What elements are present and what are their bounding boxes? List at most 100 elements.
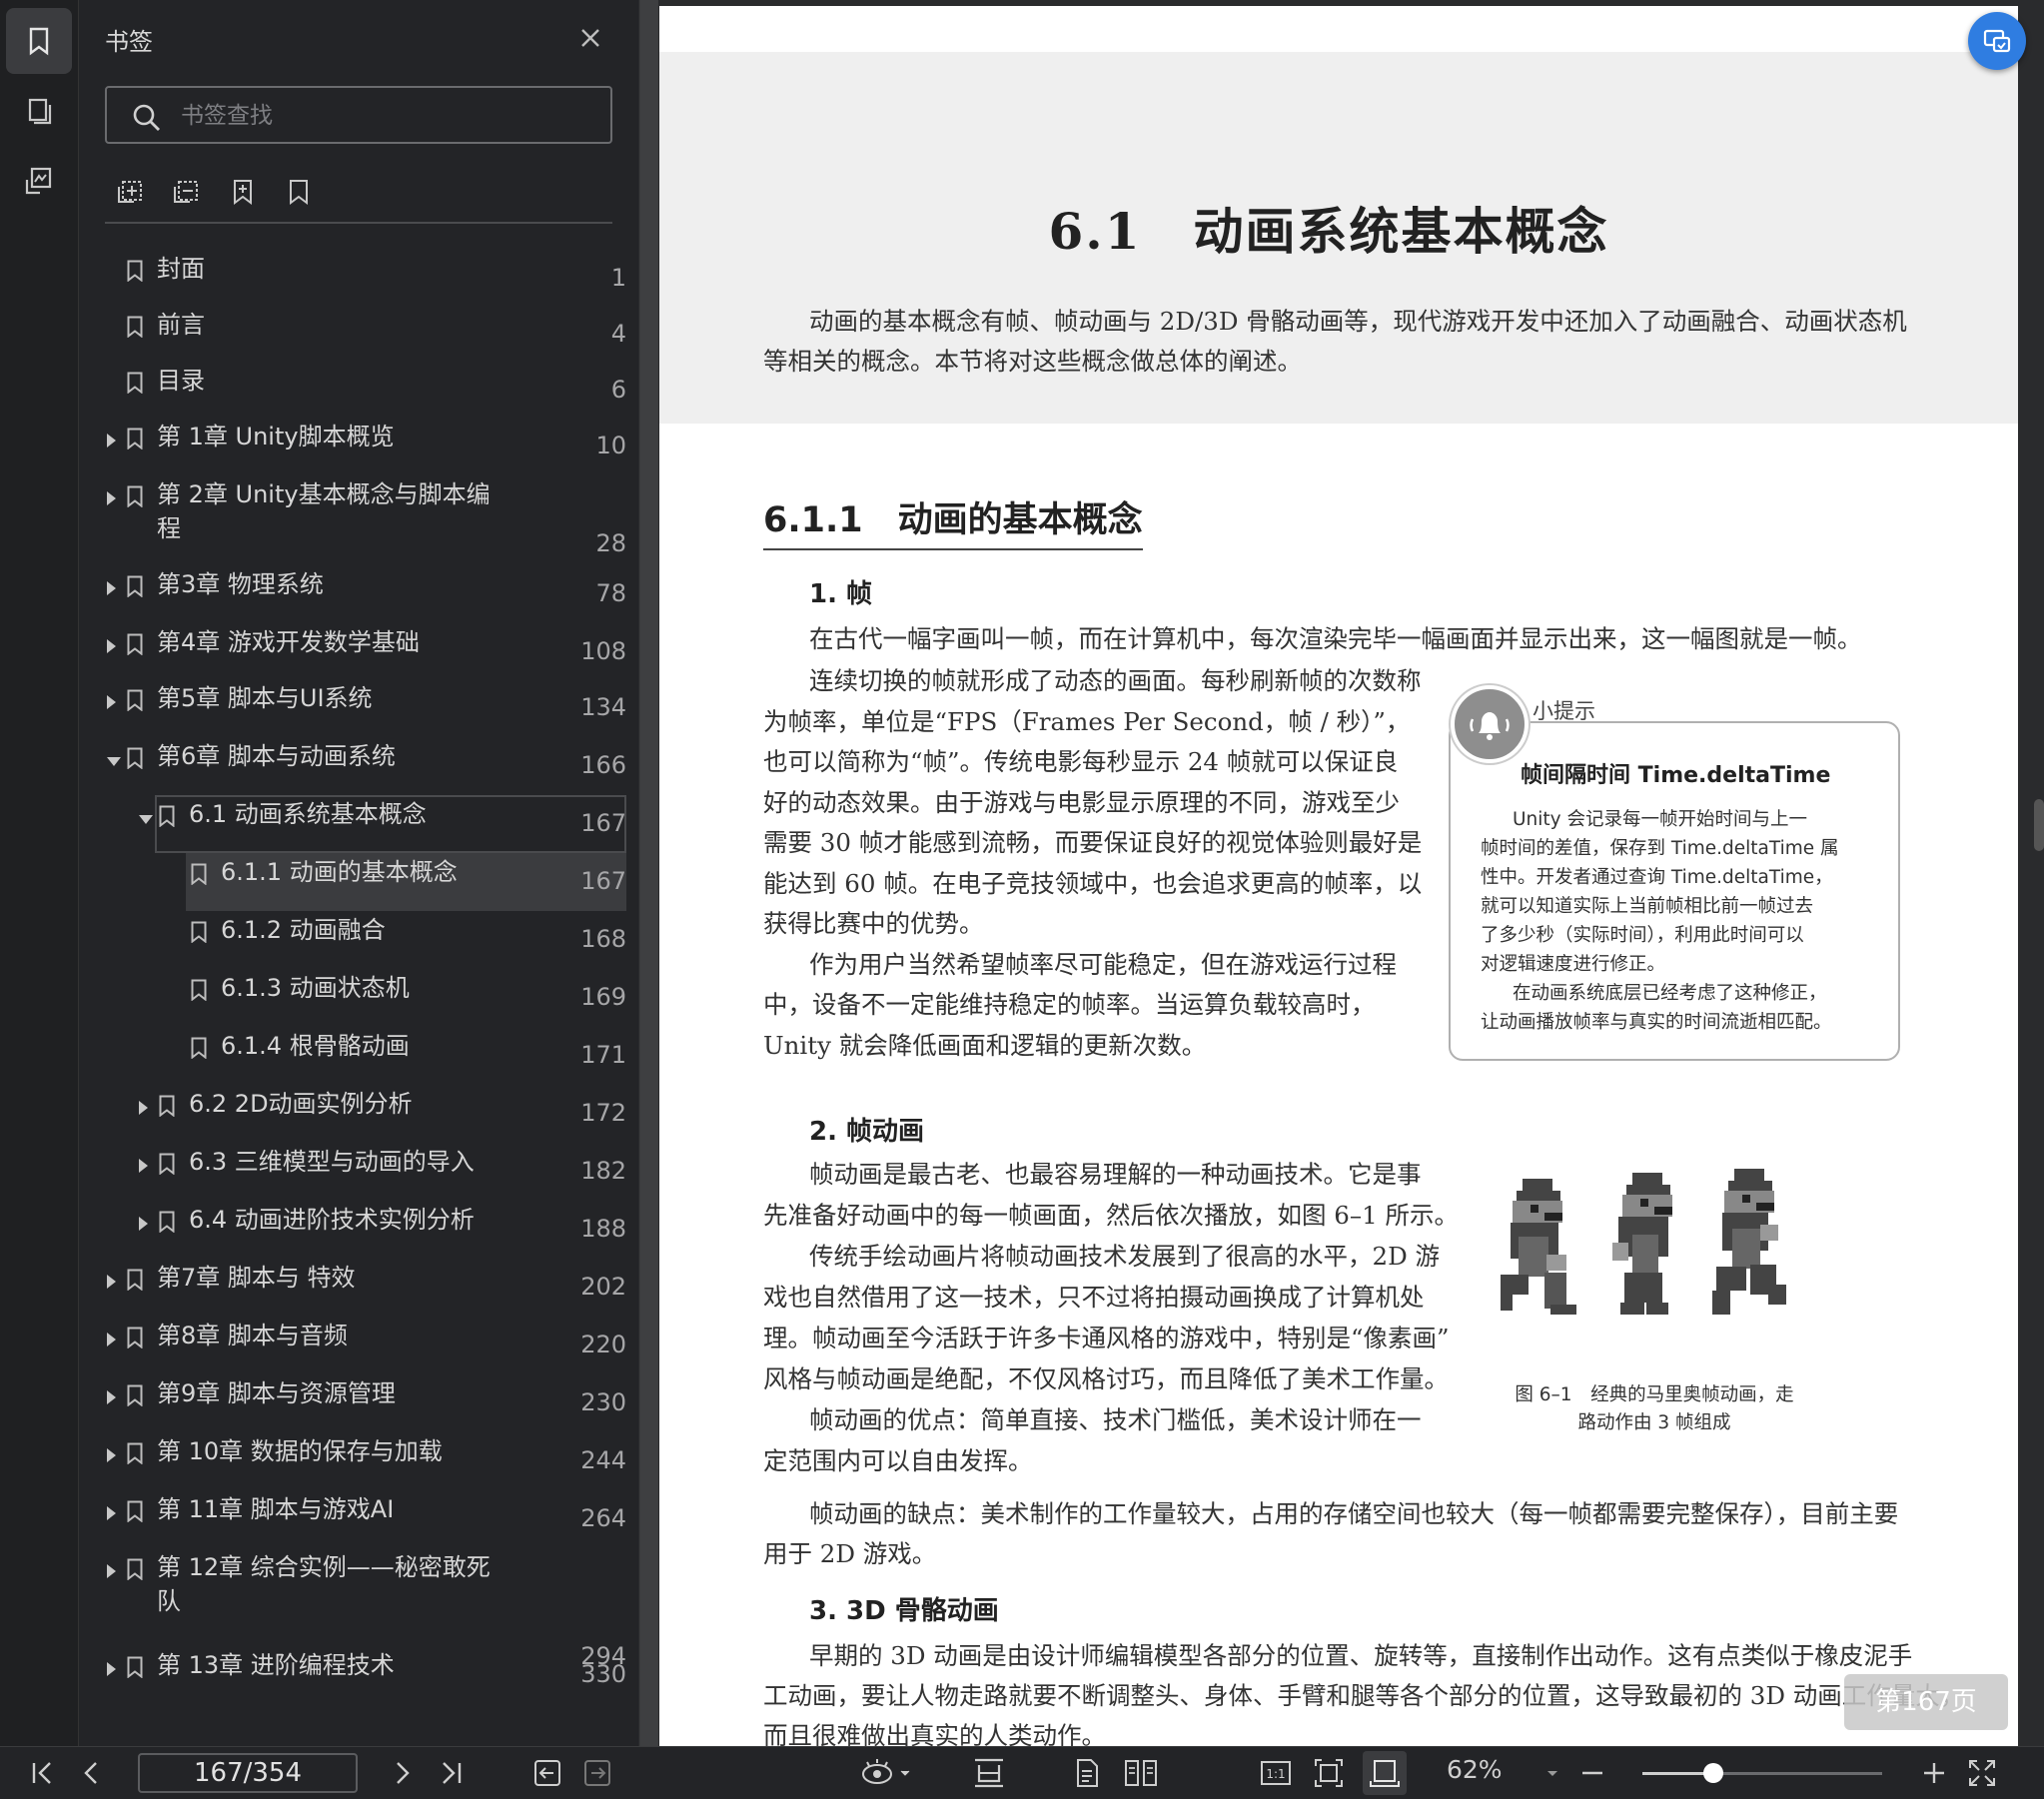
- bookmark-item[interactable]: 第 1章 Unity脚本概览 10: [79, 420, 626, 467]
- tip-line: 就可以知道实际上当前帧相比前一帧过去: [1481, 896, 1814, 917]
- expand-arrow-icon[interactable]: [107, 1564, 116, 1578]
- bookmark-icon: [127, 575, 143, 597]
- bookmark-icon: [127, 428, 143, 450]
- bookmark-search-input[interactable]: [179, 96, 602, 136]
- two-page-icon: [1125, 1760, 1157, 1786]
- expand-arrow-icon[interactable]: [139, 1159, 148, 1173]
- zoom-dropdown[interactable]: [1544, 1757, 1560, 1789]
- bookmark-page-number: 28: [595, 529, 626, 557]
- paragraph-line: 连续切换的帧就形成了动态的画面。每秒刷新帧的次数称: [809, 666, 1422, 695]
- bookmark-item[interactable]: 封面 1: [79, 252, 626, 300]
- bookmark-label: 第7章 脚本与 特效: [157, 1264, 356, 1292]
- previous-page-button[interactable]: [76, 1757, 108, 1789]
- close-panel-button[interactable]: [574, 22, 606, 54]
- mario-frames-illustration: [1501, 1169, 1786, 1315]
- expand-all-button[interactable]: [113, 174, 149, 210]
- bookmark-item[interactable]: 第4章 游戏开发数学基础 108: [79, 625, 626, 673]
- bookmark-label: 第 2章 Unity基本概念与脚本编程: [157, 480, 491, 542]
- collapse-arrow-icon[interactable]: [107, 757, 121, 766]
- bookmark-item[interactable]: 第 11章 脚本与游戏AI 264: [79, 1492, 626, 1540]
- bookmark-item[interactable]: 目录 6: [79, 364, 626, 412]
- first-page-icon: [32, 1762, 51, 1784]
- tip-line: 帧时间的差值，保存到 Time.deltaTime 属: [1481, 838, 1839, 859]
- collapse-arrow-icon[interactable]: [139, 815, 153, 824]
- bookmark-item[interactable]: 6.1.1 动画的基本概念 167: [79, 855, 626, 903]
- bookmark-item[interactable]: 6.3 三维模型与动画的导入 182: [79, 1145, 626, 1193]
- expand-arrow-icon[interactable]: [107, 1390, 116, 1404]
- tip-title: 帧间隔时间 Time.deltaTime: [1521, 763, 1831, 788]
- bookmark-page-number: 244: [580, 1446, 626, 1474]
- expand-arrow-icon[interactable]: [139, 1101, 148, 1115]
- fullscreen-button[interactable]: [1966, 1757, 1998, 1789]
- continuous-scroll-button[interactable]: [971, 1757, 1007, 1789]
- bookmark-options-button[interactable]: [281, 174, 317, 210]
- bookmark-item[interactable]: 第9章 脚本与资源管理 230: [79, 1376, 626, 1424]
- zoom-slider[interactable]: [1642, 1763, 1882, 1783]
- left-rail: [0, 0, 79, 1746]
- add-bookmark-button[interactable]: [225, 174, 261, 210]
- thumbnails-tab-button[interactable]: [6, 78, 72, 144]
- collapse-all-button[interactable]: [169, 174, 205, 210]
- bookmark-item[interactable]: 6.4 动画进阶技术实例分析 188: [79, 1203, 626, 1251]
- single-page-button[interactable]: [1071, 1757, 1103, 1789]
- expand-arrow-icon[interactable]: [107, 1506, 116, 1520]
- bookmark-label: 第 11章 脚本与游戏AI: [157, 1495, 395, 1523]
- bookmark-item[interactable]: 第 13章 进阶编程技术 330: [79, 1648, 626, 1696]
- chevron-right-icon: [397, 1762, 410, 1784]
- bookmark-item[interactable]: 前言 4: [79, 308, 626, 356]
- expand-arrow-icon[interactable]: [107, 1448, 116, 1462]
- bookmarks-tab-button[interactable]: [6, 8, 72, 74]
- bookmark-item[interactable]: 第5章 脚本与UI系统 134: [79, 681, 626, 729]
- bookmark-item[interactable]: 6.2 2D动画实例分析 172: [79, 1087, 626, 1135]
- floating-action-button[interactable]: [1968, 12, 2026, 70]
- document-scrollbar-thumb[interactable]: [2034, 799, 2044, 851]
- zoom-level[interactable]: 62%: [1447, 1755, 1503, 1784]
- next-page-button[interactable]: [386, 1757, 418, 1789]
- bookmark-item[interactable]: 6.1.2 动画融合 168: [79, 913, 626, 961]
- forward-button[interactable]: [581, 1757, 613, 1789]
- page-number-input[interactable]: 167/354: [138, 1753, 358, 1793]
- bookmark-item[interactable]: 第 10章 数据的保存与加载 244: [79, 1434, 626, 1482]
- expand-arrow-icon[interactable]: [107, 695, 116, 709]
- bookmark-item[interactable]: 6.1.3 动画状态机 169: [79, 971, 626, 1019]
- tip-line: 让动画播放帧率与真实的时间流逝相匹配。: [1481, 1012, 1832, 1033]
- view-mode-dropdown[interactable]: [859, 1757, 911, 1789]
- bottom-toolbar: 167/354 1:1 62%: [0, 1746, 2044, 1799]
- bookmark-item[interactable]: 6.1.4 根骨骼动画 171: [79, 1029, 626, 1077]
- fit-page-button[interactable]: [1313, 1757, 1345, 1789]
- bookmark-icon: [127, 1500, 143, 1522]
- bookmark-item[interactable]: 第8章 脚本与音频 220: [79, 1319, 626, 1366]
- bookmark-panel: 书签 封面 1 前言 4 目录 6 第 1章 Unity脚本概览 10 第 2章 Unity基本…: [79, 0, 638, 1746]
- figure-caption: 图 6–1 经典的马里奥帧动画，走: [1515, 1384, 1794, 1405]
- bookmark-item[interactable]: 第6章 脚本与动画系统 166: [79, 739, 626, 787]
- bookmark-outline-icon: [290, 180, 308, 205]
- bookmark-item[interactable]: 第3章 物理系统 78: [79, 567, 626, 615]
- mario-frame-1: [1501, 1179, 1576, 1315]
- bell-icon: [1470, 712, 1510, 740]
- chevron-left-icon: [84, 1762, 97, 1784]
- expand-arrow-icon[interactable]: [139, 1217, 148, 1231]
- annotations-tab-button[interactable]: [6, 148, 72, 214]
- two-page-button[interactable]: [1123, 1757, 1159, 1789]
- back-button[interactable]: [531, 1757, 563, 1789]
- expand-arrow-icon[interactable]: [107, 581, 116, 595]
- bookmark-item[interactable]: 第7章 脚本与 特效 202: [79, 1261, 626, 1309]
- bookmark-page-number: 1: [610, 264, 626, 292]
- expand-arrow-icon[interactable]: [107, 1662, 116, 1676]
- zoom-in-button[interactable]: [1920, 1757, 1948, 1789]
- bookmark-item[interactable]: 6.1 动画系统基本概念 167: [79, 797, 626, 845]
- actual-size-button[interactable]: 1:1: [1259, 1757, 1293, 1789]
- first-page-button[interactable]: [26, 1757, 58, 1789]
- zoom-slider-knob[interactable]: [1702, 1763, 1723, 1783]
- expand-arrow-icon[interactable]: [107, 491, 116, 505]
- last-page-button[interactable]: [436, 1757, 468, 1789]
- bookmark-item[interactable]: 第 2章 Unity基本概念与脚本编程 28: [79, 477, 626, 565]
- paragraph-line: 用于 2D 游戏。: [763, 1539, 937, 1568]
- expand-arrow-icon[interactable]: [107, 639, 116, 653]
- zoom-out-button[interactable]: [1578, 1757, 1606, 1789]
- fit-width-button[interactable]: [1363, 1751, 1407, 1795]
- expand-arrow-icon[interactable]: [107, 1333, 116, 1347]
- expand-arrow-icon[interactable]: [107, 1275, 116, 1289]
- panel-scrollbar[interactable]: [640, 0, 658, 1746]
- expand-arrow-icon[interactable]: [107, 434, 116, 448]
